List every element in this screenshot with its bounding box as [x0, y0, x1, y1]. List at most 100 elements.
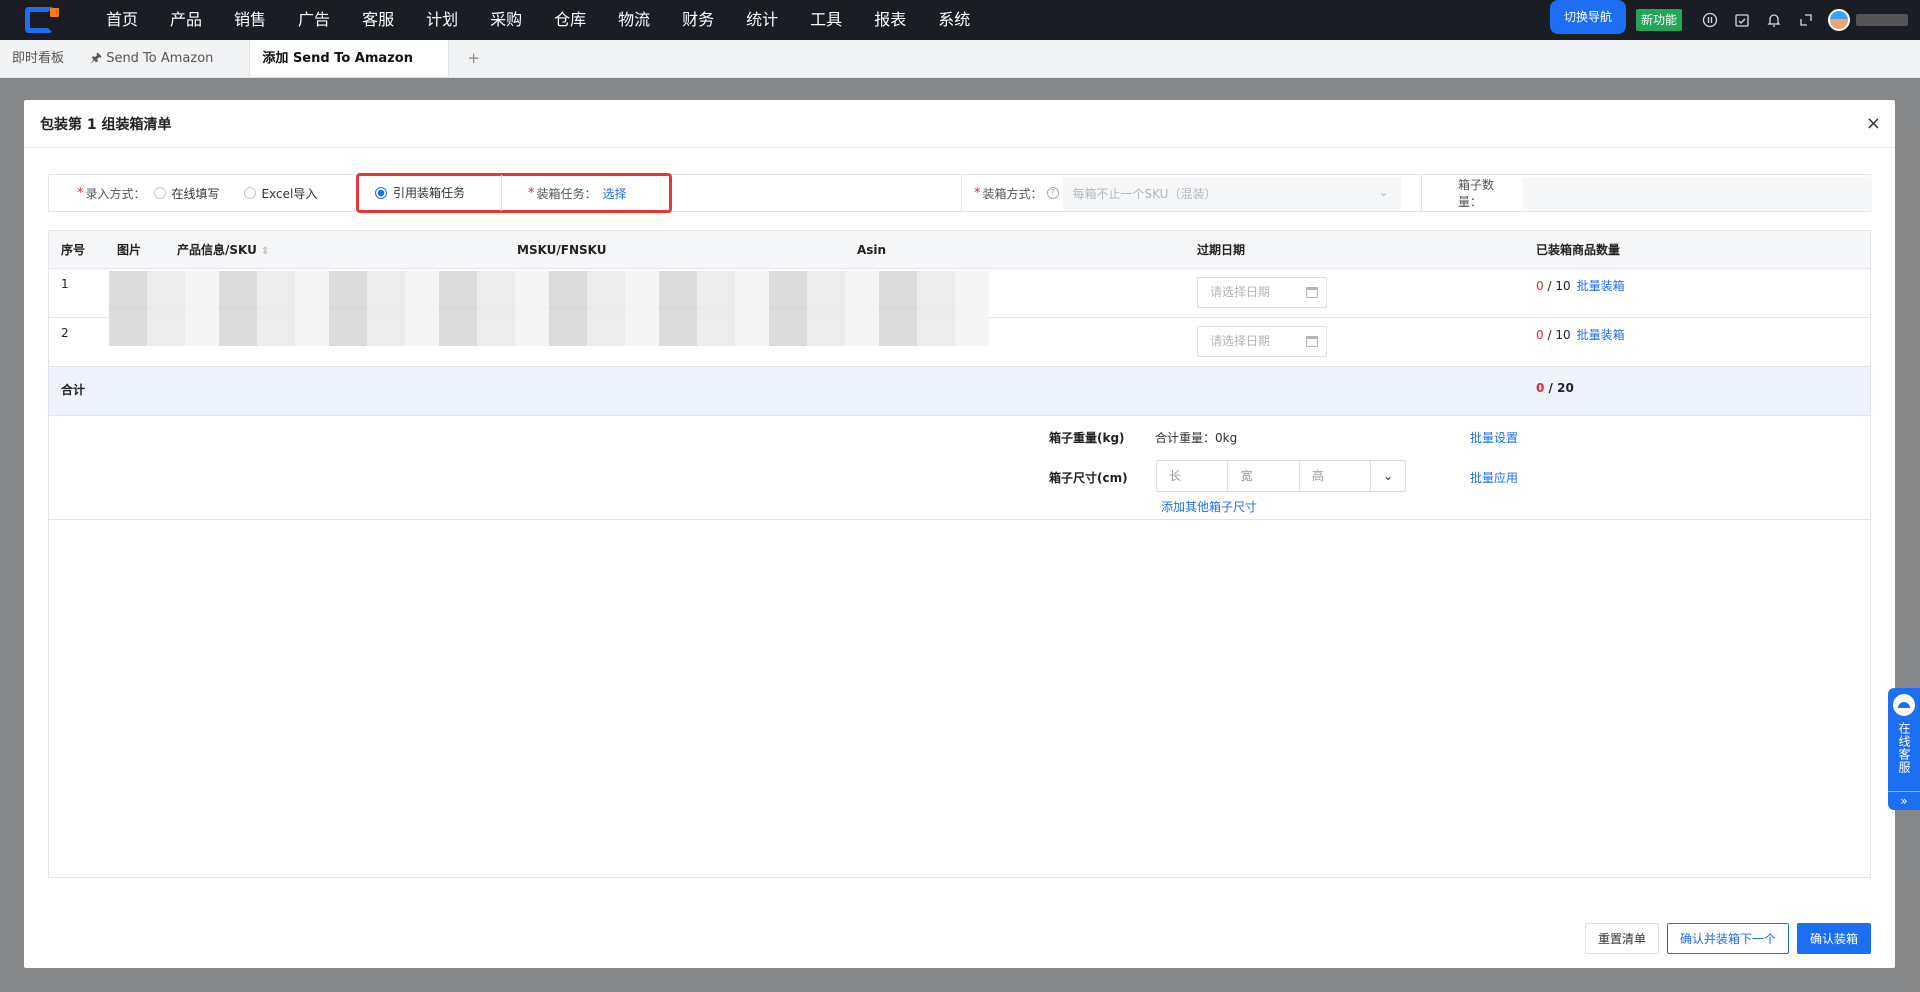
date-placeholder: 请选择日期: [1210, 285, 1271, 299]
radio-online-entry[interactable]: 在线填写: [153, 185, 220, 202]
menu-item-home[interactable]: 首页: [90, 0, 154, 40]
add-tab-icon[interactable]: +: [449, 40, 498, 77]
expiry-date-input[interactable]: 请选择日期: [1197, 326, 1327, 357]
pack-mode-select[interactable]: 每箱不止一个SKU（混装） ⌄: [1062, 177, 1401, 209]
app-logo[interactable]: [16, 4, 62, 36]
required-mark: *: [528, 185, 535, 201]
username-redacted[interactable]: [1856, 14, 1908, 26]
menu-item-system[interactable]: 系统: [922, 0, 986, 40]
close-icon[interactable]: ×: [1866, 113, 1881, 134]
batch-set-weight-link[interactable]: 批量设置: [1470, 429, 1518, 446]
pack-mode-field: * 装箱方式： ? 每箱不止一个SKU（混装） ⌄: [961, 175, 1421, 211]
radio-circle: [243, 187, 256, 199]
pause-icon[interactable]: [1694, 0, 1726, 40]
calendar-check-icon[interactable]: [1726, 0, 1758, 40]
select-task-link[interactable]: 选择: [603, 185, 627, 202]
tab-dashboard[interactable]: 即时看板: [0, 40, 76, 77]
required-mark: *: [974, 185, 981, 201]
expiry-date-input[interactable]: 请选择日期: [1197, 277, 1327, 308]
modal-footer: 重置清单 确认并装箱下一个 确认装箱: [1584, 923, 1871, 954]
box-count-label: 箱子数量：: [1458, 178, 1495, 209]
chevron-down-icon[interactable]: ⌄: [1371, 461, 1405, 491]
col-image: 图片: [117, 243, 142, 257]
sort-icon[interactable]: ⇕: [261, 246, 269, 257]
radio-excel-label: Excel导入: [261, 186, 318, 201]
row-index: 1: [61, 277, 69, 291]
pin-icon: 🖈: [90, 51, 107, 66]
batch-pack-link[interactable]: 批量装箱: [1577, 279, 1625, 293]
calendar-icon: [1306, 287, 1318, 298]
col-product-sku[interactable]: 产品信息/SKU ⇕: [177, 241, 269, 258]
row-index: 2: [61, 326, 69, 340]
bell-icon[interactable]: [1758, 0, 1790, 40]
total-label: 合计: [61, 383, 86, 397]
packing-task-field: * 装箱任务： 选择: [501, 175, 627, 211]
radio-circle: [153, 187, 166, 199]
col-msku-fnsku: MSKU/FNSKU: [517, 242, 607, 257]
tab-send-to-amazon-label: Send To Amazon: [106, 51, 214, 66]
radio-reference-label: 引用装箱任务: [393, 186, 466, 200]
reset-list-button[interactable]: 重置清单: [1584, 923, 1659, 954]
batch-pack-link[interactable]: 批量装箱: [1577, 328, 1625, 342]
packing-list-modal: 包装第 1 组装箱清单 × * 录入方式： 在线填写 Excel导入 引用装箱任…: [24, 100, 1895, 968]
box-count-field: 箱子数量：: [1421, 175, 1872, 211]
box-size-input-group: 长 宽 高 ⌄: [1156, 460, 1406, 492]
confirm-pack-button[interactable]: 确认装箱: [1796, 923, 1871, 954]
box-size-label: 箱子尺寸(cm): [1049, 471, 1128, 485]
col-index: 序号: [61, 243, 86, 257]
width-input[interactable]: 宽: [1228, 461, 1300, 491]
chevron-down-icon: ⌄: [1378, 185, 1389, 199]
add-box-size-link[interactable]: 添加其他箱子尺寸: [1161, 498, 1257, 515]
expand-icon[interactable]: »: [1888, 791, 1920, 808]
modal-title: 包装第 1 组装箱清单: [40, 116, 172, 133]
menu-item-tools[interactable]: 工具: [794, 0, 858, 40]
menu-item-sales[interactable]: 销售: [218, 0, 282, 40]
menu-item-stats[interactable]: 统计: [730, 0, 794, 40]
box-count-input[interactable]: [1523, 177, 1872, 209]
menu-item-plan[interactable]: 计划: [410, 0, 474, 40]
table-header: 序号 图片 产品信息/SKU ⇕ MSKU/FNSKU Asin 过期日期 已装…: [49, 231, 1870, 269]
packed-count: 0: [1536, 328, 1544, 342]
required-mark: *: [77, 185, 84, 201]
main-menu: 首页 产品 销售 广告 客服 计划 采购 仓库 物流 财务 统计 工具 报表 系…: [90, 0, 986, 40]
redacted-product-info: [109, 306, 989, 346]
tab-send-to-amazon[interactable]: 🖈 Send To Amazon: [76, 40, 225, 77]
help-icon[interactable]: ?: [1046, 187, 1059, 199]
total-count: 10: [1555, 279, 1571, 293]
entry-form-row: * 录入方式： 在线填写 Excel导入 引用装箱任务 * 装箱任务： 选择 *…: [48, 173, 1872, 213]
switch-nav-button[interactable]: 切换导航: [1549, 0, 1626, 34]
packing-task-label: 装箱任务：: [536, 186, 597, 201]
online-service-label: 在线客服: [1897, 722, 1911, 774]
menu-item-ads[interactable]: 广告: [282, 0, 346, 40]
menu-item-warehouse[interactable]: 仓库: [538, 0, 602, 40]
date-placeholder: 请选择日期: [1210, 334, 1271, 348]
total-weight: 合计重量：0kg: [1155, 431, 1238, 445]
tab-add-send-to-amazon[interactable]: 添加 Send To Amazon: [249, 40, 450, 77]
online-service-widget[interactable]: 在线客服 »: [1888, 688, 1920, 810]
menu-item-purchase[interactable]: 采购: [474, 0, 538, 40]
packed-count: 0: [1536, 279, 1544, 293]
col-expiry-date: 过期日期: [1197, 243, 1246, 257]
menu-item-service[interactable]: 客服: [346, 0, 410, 40]
menu-item-finance[interactable]: 财务: [666, 0, 730, 40]
confirm-and-next-button[interactable]: 确认并装箱下一个: [1666, 923, 1789, 954]
fullscreen-icon[interactable]: [1790, 0, 1822, 40]
height-input[interactable]: 高: [1300, 461, 1372, 491]
menu-item-product[interactable]: 产品: [154, 0, 218, 40]
total-all: 20: [1557, 381, 1574, 395]
radio-reference-task[interactable]: 引用装箱任务: [375, 184, 465, 201]
batch-apply-size-link[interactable]: 批量应用: [1470, 469, 1518, 486]
box-specs-area: 箱子重量(kg) 合计重量：0kg 批量设置 箱子尺寸(cm) 长 宽 高 ⌄ …: [49, 416, 1870, 520]
radio-excel-import[interactable]: Excel导入: [243, 185, 318, 202]
packing-table: 序号 图片 产品信息/SKU ⇕ MSKU/FNSKU Asin 过期日期 已装…: [48, 230, 1871, 878]
new-feature-badge[interactable]: 新功能: [1635, 9, 1682, 31]
col-packed-qty: 已装箱商品数量: [1536, 243, 1621, 257]
menu-item-reports[interactable]: 报表: [858, 0, 922, 40]
user-avatar[interactable]: [1828, 9, 1850, 31]
entry-mode-group: * 录入方式： 在线填写 Excel导入: [77, 185, 341, 202]
menu-item-logistics[interactable]: 物流: [602, 0, 666, 40]
redacted-product-info: [109, 271, 989, 311]
length-input[interactable]: 长: [1157, 461, 1229, 491]
pack-mode-value: 每箱不止一个SKU（混装）: [1072, 186, 1217, 201]
total-row: 合计 0 / 20: [49, 367, 1870, 416]
